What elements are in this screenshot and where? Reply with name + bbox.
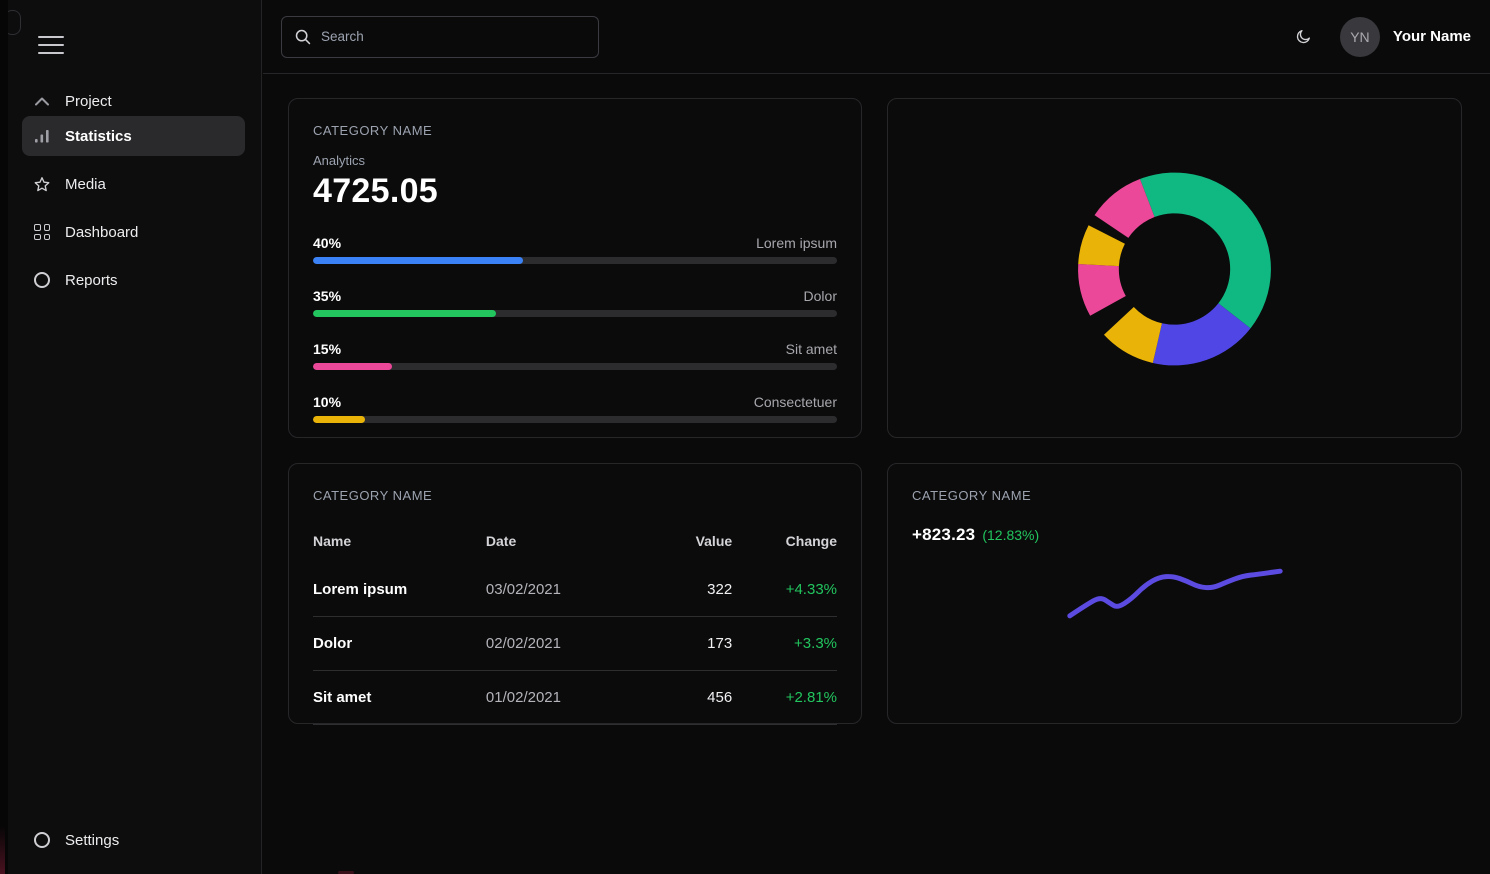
sidebar-item-media[interactable]: Media <box>22 164 245 204</box>
user-name: Your Name <box>1393 28 1471 45</box>
progress-label: Consectetuer <box>754 394 837 410</box>
circle-icon <box>33 271 51 289</box>
cell-date: 01/02/2021 <box>486 671 654 725</box>
table-row: Sit amet 01/02/2021 456 +2.81% <box>313 671 837 725</box>
donut-card <box>887 98 1462 438</box>
progress-item: 35% Dolor <box>313 288 837 317</box>
grid-icon <box>33 223 51 241</box>
star-icon <box>33 175 51 193</box>
column-header-value: Value <box>654 523 733 563</box>
cell-value: 456 <box>654 671 733 725</box>
cell-change: +2.81% <box>732 671 837 725</box>
theme-toggle-button[interactable] <box>1291 24 1316 49</box>
edge-red-artifact <box>0 826 5 874</box>
column-header-name: Name <box>313 523 486 563</box>
cell-value: 322 <box>654 563 733 617</box>
analytics-card: CATEGORY NAME Analytics 4725.05 40% Lore… <box>288 98 862 438</box>
cell-name: Sit amet <box>313 671 486 725</box>
bar-chart-icon <box>33 127 51 145</box>
trend-line-chart <box>888 464 1461 723</box>
progress-track <box>313 310 837 317</box>
analytics-subtitle: Analytics <box>313 153 837 168</box>
table-row: Lorem ipsum 03/02/2021 322 +4.33% <box>313 563 837 617</box>
cell-value: 173 <box>654 617 733 671</box>
progress-track <box>313 363 837 370</box>
table-card: CATEGORY NAME Name Date Value Change Lor… <box>288 463 862 724</box>
cell-change: +3.3% <box>732 617 837 671</box>
progress-item: 10% Consectetuer <box>313 394 837 423</box>
main-area: YN Your Name CATEGORY NAME Analytics 472… <box>263 0 1490 874</box>
search-input[interactable] <box>321 29 586 44</box>
cell-date: 03/02/2021 <box>486 563 654 617</box>
progress-fill <box>313 310 496 317</box>
analytics-value: 4725.05 <box>313 172 837 211</box>
window-edge-strip <box>0 0 8 874</box>
sidebar-group-label: Project <box>65 93 112 110</box>
progress-fill <box>313 416 365 423</box>
table-header-row: Name Date Value Change <box>313 523 837 563</box>
progress-item: 15% Sit amet <box>313 341 837 370</box>
donut-chart <box>888 99 1461 437</box>
category-label: CATEGORY NAME <box>313 123 837 138</box>
moon-icon <box>1295 28 1312 45</box>
data-table: Name Date Value Change Lorem ipsum 03/02… <box>313 523 837 725</box>
progress-percent: 35% <box>313 288 341 304</box>
sidebar-item-label: Dashboard <box>65 224 138 241</box>
progress-label: Sit amet <box>786 341 837 357</box>
sidebar-item-label: Reports <box>65 272 118 289</box>
progress-label: Dolor <box>804 288 837 304</box>
avatar[interactable]: YN <box>1340 17 1380 57</box>
cell-name: Lorem ipsum <box>313 563 486 617</box>
progress-label: Lorem ipsum <box>756 235 837 251</box>
trend-card: CATEGORY NAME +823.23 (12.83%) <box>887 463 1462 724</box>
topbar-right: YN Your Name <box>1291 17 1471 57</box>
sidebar-group-project[interactable]: Project <box>33 92 261 110</box>
sidebar: Project Statistics Media Dashboard <box>0 0 262 874</box>
column-header-date: Date <box>486 523 654 563</box>
sidebar-nav: Statistics Media Dashboard Reports <box>0 116 261 300</box>
progress-track <box>313 257 837 264</box>
table-row: Dolor 02/02/2021 173 +3.3% <box>313 617 837 671</box>
progress-fill <box>313 363 392 370</box>
progress-bar-group: 40% Lorem ipsum 35% Dolor 15% Sit amet <box>313 235 837 423</box>
menu-toggle-button[interactable] <box>38 32 64 58</box>
search-box[interactable] <box>281 16 599 58</box>
sidebar-item-label: Media <box>65 176 106 193</box>
circle-icon <box>33 831 51 849</box>
column-header-change: Change <box>732 523 837 563</box>
progress-track <box>313 416 837 423</box>
progress-percent: 40% <box>313 235 341 251</box>
sidebar-item-statistics[interactable]: Statistics <box>22 116 245 156</box>
sidebar-item-reports[interactable]: Reports <box>22 260 245 300</box>
progress-percent: 10% <box>313 394 341 410</box>
category-label: CATEGORY NAME <box>313 488 837 503</box>
sidebar-item-dashboard[interactable]: Dashboard <box>22 212 245 252</box>
progress-fill <box>313 257 523 264</box>
chevron-up-icon <box>33 92 51 110</box>
sidebar-item-label: Statistics <box>65 128 132 145</box>
topbar: YN Your Name <box>263 0 1490 74</box>
cell-name: Dolor <box>313 617 486 671</box>
sidebar-item-settings[interactable]: Settings <box>22 820 246 860</box>
cards-grid: CATEGORY NAME Analytics 4725.05 40% Lore… <box>263 74 1490 724</box>
sidebar-item-label: Settings <box>65 832 119 849</box>
search-icon <box>294 28 312 46</box>
cell-change: +4.33% <box>732 563 837 617</box>
progress-percent: 15% <box>313 341 341 357</box>
cell-date: 02/02/2021 <box>486 617 654 671</box>
progress-item: 40% Lorem ipsum <box>313 235 837 264</box>
